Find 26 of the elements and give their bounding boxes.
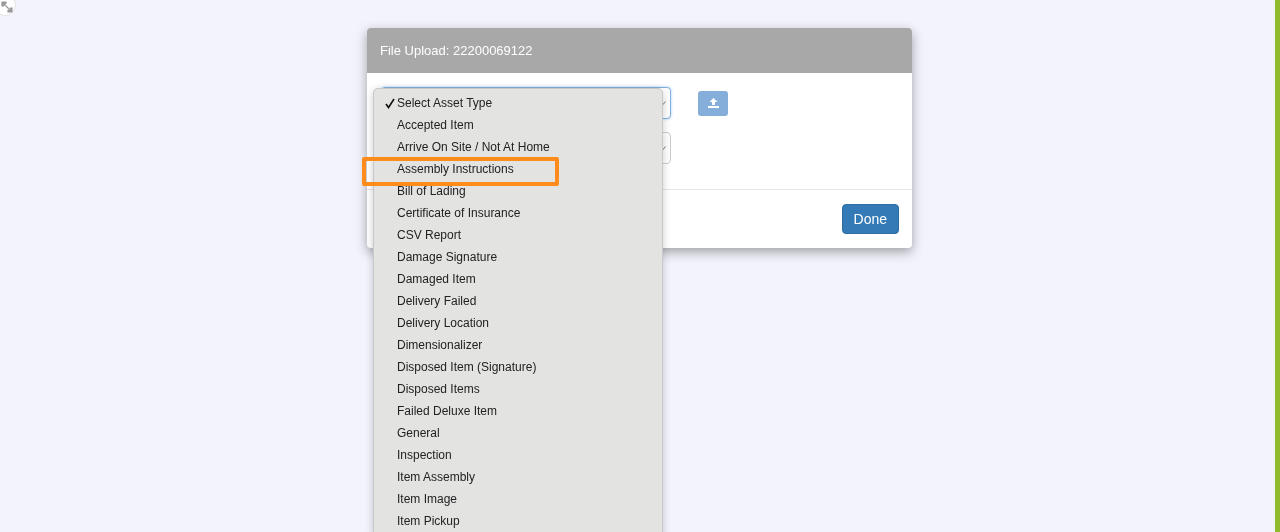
menu-option[interactable]: Inspection <box>397 446 452 464</box>
menu-option[interactable]: Damage Signature <box>397 248 498 266</box>
menu-option[interactable]: CSV Report <box>397 226 462 244</box>
chevron-icon <box>660 145 666 151</box>
menu-option[interactable]: Certificate of Insurance <box>397 204 521 222</box>
menu-option[interactable]: General <box>397 424 440 442</box>
menu-option[interactable]: Dimensionalizer <box>397 336 483 354</box>
menu-option[interactable]: Item Assembly <box>397 468 476 486</box>
menu-option[interactable]: Item Pickup <box>397 512 460 530</box>
chevron-icon <box>660 100 666 106</box>
done-button[interactable]: Done <box>841 204 899 234</box>
menu-option[interactable]: Disposed Item (Signature) <box>397 358 537 376</box>
upload-icon <box>707 98 719 108</box>
menu-option[interactable]: Damaged Item <box>397 270 476 288</box>
menu-option[interactable]: Delivery Location <box>397 314 490 332</box>
upload-button[interactable] <box>698 90 728 116</box>
dialog-title: File Upload: 22200069122 <box>380 41 533 60</box>
menu-option[interactable]: Bill of Lading <box>397 182 466 200</box>
menu-option[interactable]: Accepted Item <box>397 116 474 134</box>
menu-option[interactable]: Item Image <box>397 490 458 508</box>
menu-option[interactable]: Assembly Instructions <box>397 160 514 178</box>
menu-option[interactable]: Arrive On Site / Not At Home <box>397 138 550 156</box>
menu-option[interactable]: Delivery Failed <box>397 292 477 310</box>
menu-option[interactable]: Failed Deluxe Item <box>397 402 498 420</box>
menu-option[interactable]: Disposed Items <box>397 380 480 398</box>
menu-option[interactable]: Select Asset Type <box>397 94 493 112</box>
